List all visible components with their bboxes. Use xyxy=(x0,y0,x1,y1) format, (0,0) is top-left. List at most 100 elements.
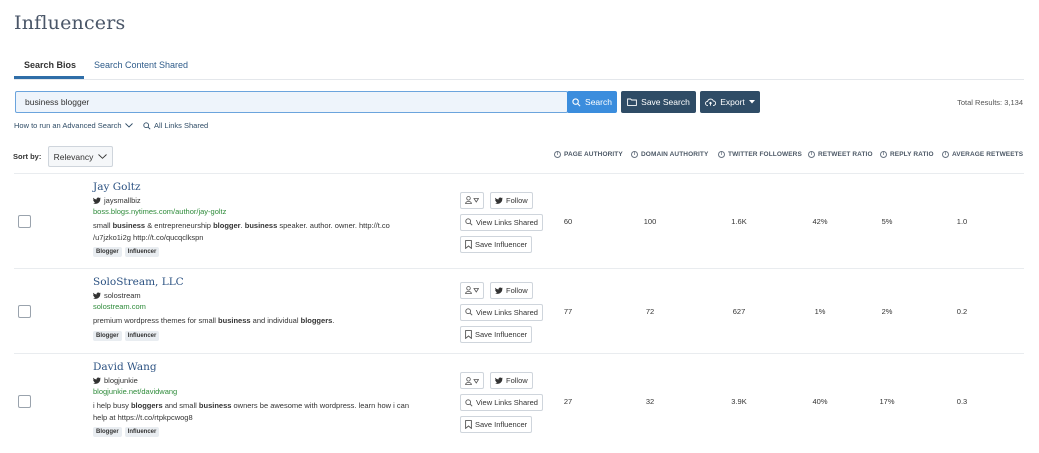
follow-button[interactable]: Follow xyxy=(490,281,533,299)
search-button[interactable]: Search xyxy=(567,91,617,113)
search-input[interactable] xyxy=(16,92,567,112)
influencer-bio: small business & entrepreneurship blogge… xyxy=(93,221,390,242)
column-header-retweet-ratio[interactable]: i RETWEET RATIO xyxy=(808,151,873,158)
info-icon: i xyxy=(718,151,725,158)
domain-authority-value: 72 xyxy=(645,306,655,316)
row-checkbox[interactable] xyxy=(18,395,31,408)
twitter-icon xyxy=(93,292,101,299)
page-title: Influencers xyxy=(14,12,126,34)
reply-ratio-value: 2% xyxy=(881,306,893,316)
advanced-search-label: How to run an Advanced Search xyxy=(14,121,122,130)
caret-down-icon xyxy=(748,100,755,104)
influencer-name[interactable]: David Wang xyxy=(93,361,157,373)
twitter-handle-label: blogjunkie xyxy=(104,376,138,385)
domain-authority-value: 100 xyxy=(643,216,657,226)
influencer-bio: premium wordpress themes for small busin… xyxy=(93,316,335,325)
table-row: Jay Goltz jaysmallbiz boss.blogs.nytimes.c… xyxy=(14,173,1024,268)
follow-button[interactable]: Follow xyxy=(490,191,533,209)
save-influencer-label: Save Influencer xyxy=(475,329,528,339)
save-influencer-button[interactable]: Save Influencer xyxy=(460,235,533,253)
influencer-name[interactable]: Jay Goltz xyxy=(93,181,141,193)
average-retweets-value: 0.3 xyxy=(956,397,968,406)
view-links-shared-button[interactable]: View Links Shared xyxy=(460,213,543,231)
row-checkbox[interactable] xyxy=(18,214,31,228)
all-links-shared-label: All Links Shared xyxy=(154,121,209,130)
follow-button[interactable]: Follow xyxy=(490,372,533,389)
export-button[interactable]: Export xyxy=(700,91,760,113)
website-link[interactable]: boss.blogs.nytimes.com/author/jay-goltz xyxy=(93,207,226,216)
column-header-page-authority[interactable]: i PAGE AUTHORITY xyxy=(554,151,623,158)
add-to-list-button[interactable] xyxy=(460,281,484,299)
twitter-icon xyxy=(495,196,503,204)
person-dropdown-icon xyxy=(465,196,479,204)
search-button-label: Search xyxy=(585,97,612,107)
tag-badge: Influencer xyxy=(124,247,160,257)
tab-search-bios[interactable]: Search Bios xyxy=(24,60,76,70)
search-icon xyxy=(572,97,581,107)
tab-search-content-shared[interactable]: Search Content Shared xyxy=(94,60,188,70)
twitter-handle[interactable]: jaysmallbiz xyxy=(93,196,141,205)
bookmark-icon xyxy=(465,239,472,249)
average-retweets-value: 0.2 xyxy=(956,306,968,316)
save-influencer-button[interactable]: Save Influencer xyxy=(460,325,533,343)
active-tab-indicator xyxy=(14,76,84,79)
row-checkbox[interactable] xyxy=(18,304,31,318)
export-label: Export xyxy=(720,97,745,107)
retweet-ratio-value: 1% xyxy=(814,306,826,316)
influencer-name[interactable]: SoloStream, LLC xyxy=(93,276,184,288)
follow-label: Follow xyxy=(506,195,528,205)
add-to-list-button[interactable] xyxy=(460,372,484,389)
save-search-button[interactable]: Save Search xyxy=(621,91,696,113)
sort-selected-value: Relevancy xyxy=(53,151,94,162)
twitter-handle[interactable]: blogjunkie xyxy=(93,376,138,385)
sort-select[interactable]: Relevancy xyxy=(48,146,113,167)
twitter-handle[interactable]: solostream xyxy=(93,291,141,300)
page-authority-value: 77 xyxy=(563,306,573,316)
person-dropdown-icon xyxy=(465,286,479,294)
table-row: SoloStream, LLC solostream solostream.com p… xyxy=(14,268,1024,353)
column-header-twitter-followers[interactable]: i TWITTER FOLLOWERS xyxy=(718,151,802,158)
view-links-label: View Links Shared xyxy=(476,398,538,407)
page-authority-value: 27 xyxy=(563,397,573,406)
info-icon: i xyxy=(880,151,887,158)
column-header-domain-authority[interactable]: i DOMAIN AUTHORITY xyxy=(631,151,708,158)
tag-badge: Blogger xyxy=(93,331,122,341)
search-icon xyxy=(465,398,473,407)
search-icon xyxy=(465,308,473,316)
tag-badge: Influencer xyxy=(124,427,160,437)
column-label: RETWEET RATIO xyxy=(818,151,873,158)
all-links-shared-link[interactable]: All Links Shared xyxy=(143,121,208,130)
website-link[interactable]: blogjunkie.net/davidwang xyxy=(93,387,177,396)
tag-badge: Blogger xyxy=(93,247,122,257)
column-header-average-retweets[interactable]: i AVERAGE RETWEETS xyxy=(942,151,1023,158)
tag-badge: Blogger xyxy=(93,427,122,437)
twitter-followers-value: 3.9K xyxy=(731,397,747,406)
tag-list: Blogger Influencer xyxy=(93,331,160,341)
retweet-ratio-value: 42% xyxy=(812,216,828,226)
save-influencer-label: Save Influencer xyxy=(475,420,528,429)
twitter-handle-label: solostream xyxy=(104,291,141,300)
retweet-ratio-value: 40% xyxy=(812,397,828,406)
view-links-shared-button[interactable]: View Links Shared xyxy=(460,303,543,321)
add-to-list-button[interactable] xyxy=(460,191,484,209)
view-links-shared-button[interactable]: View Links Shared xyxy=(460,394,543,411)
advanced-search-link[interactable]: How to run an Advanced Search xyxy=(14,121,133,130)
save-influencer-label: Save Influencer xyxy=(475,239,528,249)
view-links-label: View Links Shared xyxy=(476,217,538,227)
twitter-followers-value: 627 xyxy=(732,306,746,316)
column-header-reply-ratio[interactable]: i REPLY RATIO xyxy=(880,151,934,158)
chevron-down-icon xyxy=(98,154,108,159)
total-results: Total Results: 3,134 xyxy=(957,98,1023,107)
sort-by-label: Sort by: xyxy=(13,152,42,161)
twitter-handle-label: jaysmallbiz xyxy=(104,196,141,205)
tab-bar: Search Bios Search Content Shared xyxy=(14,56,1024,80)
table-row: David Wang blogjunkie blogjunkie.net/david… xyxy=(14,353,1024,449)
twitter-icon xyxy=(93,197,101,204)
save-influencer-button[interactable]: Save Influencer xyxy=(460,416,533,433)
influencer-bio: i help busy bloggers and small business … xyxy=(93,401,410,422)
save-search-label: Save Search xyxy=(641,97,690,107)
search-icon xyxy=(143,121,151,130)
cloud-upload-icon xyxy=(705,98,717,106)
search-box xyxy=(15,91,568,113)
website-link[interactable]: solostream.com xyxy=(93,302,146,311)
